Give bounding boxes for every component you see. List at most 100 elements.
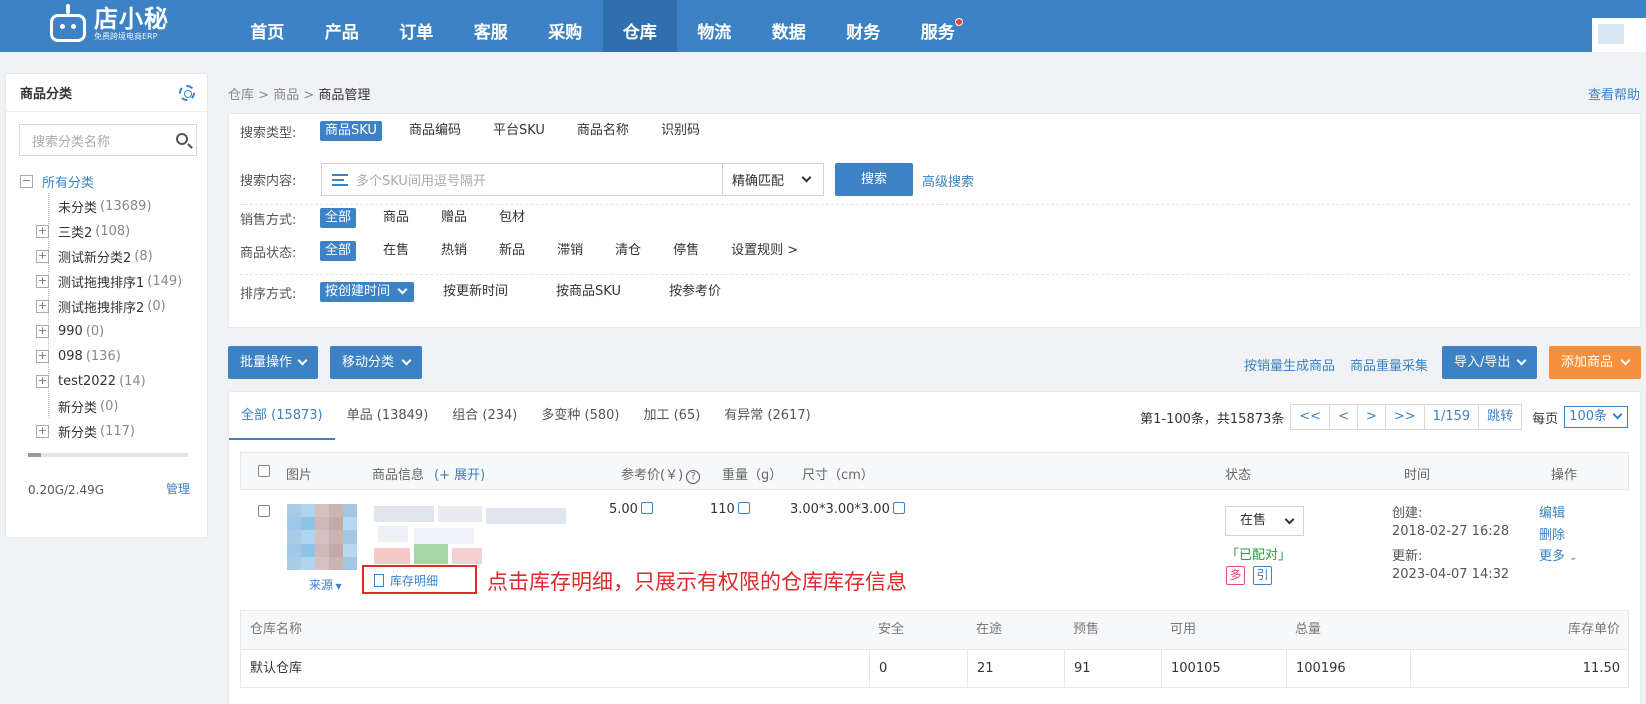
sort-by-created[interactable]: 按创建时间 <box>320 282 415 302</box>
next-page-button[interactable]: > <box>1358 405 1386 429</box>
tab-processing[interactable]: 加工 (65) <box>631 392 712 440</box>
status-all[interactable]: 全部 <box>320 241 357 261</box>
sale-product[interactable]: 商品 <box>378 208 414 228</box>
generate-by-sales-link[interactable]: 按销量生成商品 <box>1244 355 1335 374</box>
col-info: 商品信息 (+ 展开) <box>372 468 486 483</box>
page-indicator[interactable]: 1/159 <box>1425 405 1480 429</box>
edit-price-icon[interactable] <box>640 502 653 514</box>
logo[interactable]: 店小秘 免费跨境电商ERP <box>48 0 169 48</box>
status-new[interactable]: 新品 <box>494 241 530 261</box>
help-icon[interactable]: ? <box>686 470 701 484</box>
edit-size-icon[interactable] <box>892 502 905 514</box>
expand-link[interactable]: (+ 展开) <box>434 468 485 483</box>
tree-item[interactable]: + test2022 (14) <box>36 371 146 391</box>
row-checkbox[interactable] <box>258 505 270 517</box>
tree-item[interactable]: + 三类2 (108) <box>36 221 130 241</box>
user-avatar[interactable] <box>1592 18 1646 52</box>
search-button[interactable]: 搜索 <box>835 163 913 196</box>
sort-by-sku[interactable]: 按商品SKU <box>551 282 626 302</box>
product-image[interactable] <box>287 504 357 570</box>
tree-item[interactable]: +990 (0) <box>36 321 104 341</box>
collapse-icon[interactable]: − <box>20 174 33 188</box>
status-select[interactable]: 在售 <box>1225 506 1304 536</box>
inventory-detail-link[interactable]: 库存明细 <box>374 572 438 589</box>
status-stopped[interactable]: 停售 <box>668 241 704 261</box>
import-export-button[interactable]: 导入/导出 <box>1442 346 1537 379</box>
tree-item[interactable]: 新分类 (0) <box>58 396 118 416</box>
sale-gift[interactable]: 赠品 <box>436 208 472 228</box>
nav-orders[interactable]: 订单 <box>379 0 454 52</box>
breadcrumb-current: 商品管理 <box>318 88 371 103</box>
status-slow[interactable]: 滞销 <box>552 241 588 261</box>
last-page-button[interactable]: >> <box>1386 405 1425 429</box>
logo-subtitle: 免费跨境电商ERP <box>94 32 158 41</box>
col-image: 图片 <box>286 468 313 483</box>
tree-root[interactable]: 所有分类 <box>42 172 94 191</box>
first-page-button[interactable]: << <box>1291 405 1331 429</box>
search-type-code[interactable]: 商品编码 <box>404 121 466 141</box>
breadcrumb-products[interactable]: 商品 <box>273 88 299 103</box>
tree-item[interactable]: + 测试拖拽排序1 (149) <box>36 271 182 291</box>
list-icon[interactable] <box>332 173 348 186</box>
tree-item[interactable]: +098 (136) <box>36 346 121 366</box>
sort-by-price[interactable]: 按参考价 <box>664 282 726 302</box>
sale-packaging[interactable]: 包材 <box>494 208 530 228</box>
search-icon[interactable] <box>176 133 188 145</box>
tab-all[interactable]: 全部 (15873) <box>229 392 335 440</box>
source-dropdown[interactable]: 来源 ▼ <box>309 576 342 593</box>
nav-services[interactable]: 服务 <box>901 0 976 52</box>
help-link[interactable]: 查看帮助 <box>1588 84 1640 103</box>
search-type-sku[interactable]: 商品SKU <box>320 121 382 141</box>
robot-logo-icon <box>48 4 88 44</box>
nav-data[interactable]: 数据 <box>752 0 827 52</box>
prev-page-button[interactable]: < <box>1330 405 1358 429</box>
add-product-button[interactable]: 添加商品 <box>1549 346 1641 379</box>
reference-tag[interactable]: 引 <box>1253 566 1272 585</box>
manage-link[interactable]: 管理 <box>166 480 190 497</box>
category-search-input[interactable]: 搜索分类名称 <box>19 124 197 156</box>
annotation-text: 点击库存明细，只展示有权限的仓库库存信息 <box>487 570 907 594</box>
tree-item[interactable]: + 新分类 (117) <box>36 421 135 441</box>
nav-purchase[interactable]: 采购 <box>528 0 603 52</box>
tree-item[interactable]: + 测试新分类2 (8) <box>36 246 153 266</box>
tab-single[interactable]: 单品 (13849) <box>335 392 441 440</box>
nav-customer-service[interactable]: 客服 <box>454 0 529 52</box>
tree-item[interactable]: + 测试拖拽排序2 (0) <box>36 296 166 316</box>
set-rules-link[interactable]: 设置规则 > <box>726 241 803 261</box>
nav-logistics[interactable]: 物流 <box>677 0 752 52</box>
row-weight: 110 <box>710 502 750 517</box>
tab-abnormal[interactable]: 有异常 (2617) <box>712 392 822 440</box>
gear-icon[interactable] <box>179 84 195 101</box>
search-type-name[interactable]: 商品名称 <box>572 121 634 141</box>
sort-by-updated[interactable]: 按更新时间 <box>438 282 513 302</box>
edit-link[interactable]: 编辑 <box>1539 502 1565 521</box>
edit-weight-icon[interactable] <box>737 502 750 514</box>
tree-item[interactable]: 未分类 (13689) <box>58 196 152 216</box>
move-category-button[interactable]: 移动分类 <box>330 346 422 379</box>
jump-button[interactable]: 跳转 <box>1479 405 1521 429</box>
multi-tag[interactable]: 多 <box>1226 566 1245 585</box>
tab-combo[interactable]: 组合 (234) <box>440 392 529 440</box>
search-input[interactable]: 多个SKU间用逗号隔开 <box>321 163 723 196</box>
status-clearance[interactable]: 清仓 <box>610 241 646 261</box>
nav-warehouse[interactable]: 仓库 <box>602 0 677 52</box>
per-page-select[interactable]: 100条 <box>1564 406 1628 428</box>
delete-link[interactable]: 删除 <box>1539 524 1565 543</box>
match-mode-select[interactable]: 精确匹配 <box>723 163 824 196</box>
status-on-sale[interactable]: 在售 <box>378 241 414 261</box>
nav-home[interactable]: 首页 <box>230 0 305 52</box>
more-link[interactable]: 更多 ⌄ <box>1539 545 1578 564</box>
nav-finance[interactable]: 财务 <box>826 0 901 52</box>
nav-products[interactable]: 产品 <box>305 0 380 52</box>
tab-variants[interactable]: 多变种 (580) <box>529 392 631 440</box>
breadcrumb-warehouse[interactable]: 仓库 <box>228 88 254 103</box>
weight-collect-link[interactable]: 商品重量采集 <box>1350 355 1428 374</box>
sale-all[interactable]: 全部 <box>320 208 357 228</box>
status-hot[interactable]: 热销 <box>436 241 472 261</box>
search-type-platform-sku[interactable]: 平台SKU <box>488 121 550 141</box>
search-type-identifier[interactable]: 识别码 <box>656 121 705 141</box>
advanced-search-link[interactable]: 高级搜索 <box>922 171 974 190</box>
created-time: 2018-02-27 16:28 <box>1392 524 1510 539</box>
batch-operations-button[interactable]: 批量操作 <box>228 346 318 379</box>
select-all-checkbox[interactable] <box>258 465 270 477</box>
